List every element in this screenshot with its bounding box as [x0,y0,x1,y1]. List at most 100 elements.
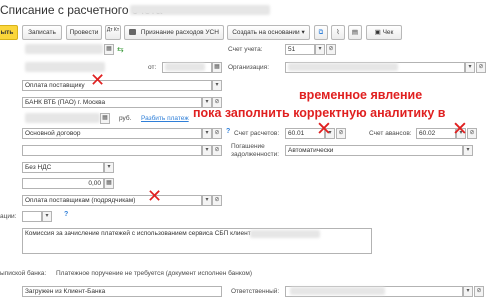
from-label: от: [148,64,157,71]
create-based-button[interactable]: Создать на основании ▾ [227,25,310,40]
chevron-down-icon: ▾ [318,46,322,52]
comment-text: Комиссия за зачисление платежей с исполь… [25,230,251,237]
chevron-down-icon: ▾ [466,147,470,153]
link-icon: ⊘ [214,197,220,203]
red-x-mark: ✕ [90,70,106,91]
responsible-open[interactable]: ⊘ [474,286,484,297]
bank-statement-label: ыпиской банка: [0,270,47,277]
calc-account-open[interactable]: ⊘ [336,128,346,139]
red-x-mark: ✕ [452,118,468,140]
vat-dropdown[interactable]: ▾ [104,162,114,173]
document-button[interactable]: ▤ [348,25,362,40]
responsible-label: Ответственный: [231,288,280,295]
currency-unit: руб. [119,115,132,122]
advance-account-label: Счет авансов: [369,130,412,137]
number-redacted [25,44,103,54]
attach-button[interactable]: ⌇ [331,25,345,40]
bank-open[interactable]: ⊘ [212,97,222,108]
bank-field[interactable]: БАНК ВТБ (ПАО) г. Москва [22,97,202,108]
bank-dropdown[interactable]: ▾ [202,97,212,108]
usn-button[interactable]: Признание расходов УСН [124,25,224,40]
advance-account-open[interactable]: ⊘ [467,128,477,139]
link-icon: ⊘ [469,130,475,136]
operation-dropdown[interactable]: ▾ [212,80,222,91]
contract-open[interactable]: ⊘ [212,128,222,139]
chevron-down-icon: ▾ [205,197,209,203]
cashflow-open[interactable]: ⊘ [212,195,222,206]
cash-register-icon: ▣ [374,29,381,36]
chevron-down-icon: ▾ [205,99,209,105]
link-icon: ⊘ [478,64,484,70]
vat-field[interactable]: Без НДС [22,162,104,173]
chevron-down-icon: ▾ [205,147,209,153]
check-label: Чек [382,29,394,36]
analytics-select-dropdown[interactable]: ▾ [42,211,52,222]
link-icon: ⊘ [214,147,220,153]
title-redacted [130,5,270,15]
link-icon: ⊘ [476,288,482,294]
link-icon: ⊘ [214,99,220,105]
document-icon: ▤ [351,29,359,36]
bank-statement-value: Платежное поручение не требуется (докуме… [56,270,253,277]
dt-kt-report-button[interactable]: ⧉ [314,25,328,40]
calendar-icon: ▦ [106,46,112,52]
analytics-dropdown[interactable]: ▾ [202,145,212,156]
green-icon: ⇆ [117,45,124,54]
analytics-select[interactable] [22,211,42,222]
date-calendar-button[interactable]: ▦ [212,62,222,73]
create-based-label: Создать на основании [232,29,300,36]
cashflow-field[interactable]: Оплата поставщикам (подрядчикам) [22,195,202,206]
account-open[interactable]: ⊘ [326,44,336,55]
calculator-button[interactable]: ▦ [100,113,110,124]
analytics-field[interactable] [22,145,202,156]
org-dropdown[interactable]: ▾ [465,62,475,73]
source-field[interactable]: Загружен из Клиент-Банка [22,286,222,297]
calculator-icon: ▦ [106,180,112,186]
debt-label-2: задолженности: [231,151,280,158]
contract-field[interactable]: Основной договор [22,128,202,139]
debt-dropdown[interactable]: ▾ [463,145,473,156]
comment-redacted [250,230,320,238]
calendar-button[interactable]: ▦ [104,44,114,55]
operation-field[interactable]: Оплата поставщику [22,80,212,91]
dt-kt-button[interactable]: Дт Кт [105,25,121,40]
check-button[interactable]: ▣ Чек [366,25,402,40]
paperclip-icon: ⌇ [336,29,340,36]
account-label: Счет учета: [228,46,263,53]
vat-amount-field[interactable]: 0,00 [22,178,104,189]
report-icon: ⧉ [318,29,324,36]
chevron-down-icon: ▾ [205,130,209,136]
account-dropdown[interactable]: ▾ [315,44,325,55]
account-field[interactable]: 51 [285,44,315,55]
advance-account-field[interactable]: 60.02 [416,128,456,139]
printer-icon [129,29,137,36]
link-icon: ⊘ [338,130,344,136]
calc-account-label: Счет расчетов: [234,130,280,137]
responsible-dropdown[interactable]: ▾ [463,286,473,297]
vat-calc-button[interactable]: ▦ [104,178,114,189]
calendar-icon: ▦ [214,64,220,70]
help-icon[interactable]: ? [64,211,68,218]
dt-kt-icon: Дт Кт [106,27,120,33]
org-label: Организация: [228,64,270,71]
save-button[interactable]: Записать [22,25,62,40]
org-open[interactable]: ⊘ [476,62,486,73]
contract-dropdown[interactable]: ▾ [202,128,212,139]
debt-field[interactable]: Автоматически [285,145,463,156]
amount-redacted [25,113,100,123]
usn-label: Признание расходов УСН [140,29,219,36]
red-x-mark: ✕ [316,118,332,140]
help-icon[interactable]: ? [226,128,230,135]
analytics-open[interactable]: ⊘ [212,145,222,156]
post-button[interactable]: Провести [66,25,102,40]
analytics-label: ации: [0,213,17,220]
cashflow-dropdown[interactable]: ▾ [202,195,212,206]
annotation-line-1: временное явление [299,88,423,102]
split-payment-link[interactable]: Разбить платеж [141,115,189,122]
responsible-redacted [290,287,385,295]
calculator-icon: ▦ [102,115,108,121]
date-redacted [165,63,205,71]
post-close-button[interactable]: ыть [0,25,18,40]
chevron-down-icon: ▾ [45,213,49,219]
link-icon: ⊘ [328,46,334,52]
